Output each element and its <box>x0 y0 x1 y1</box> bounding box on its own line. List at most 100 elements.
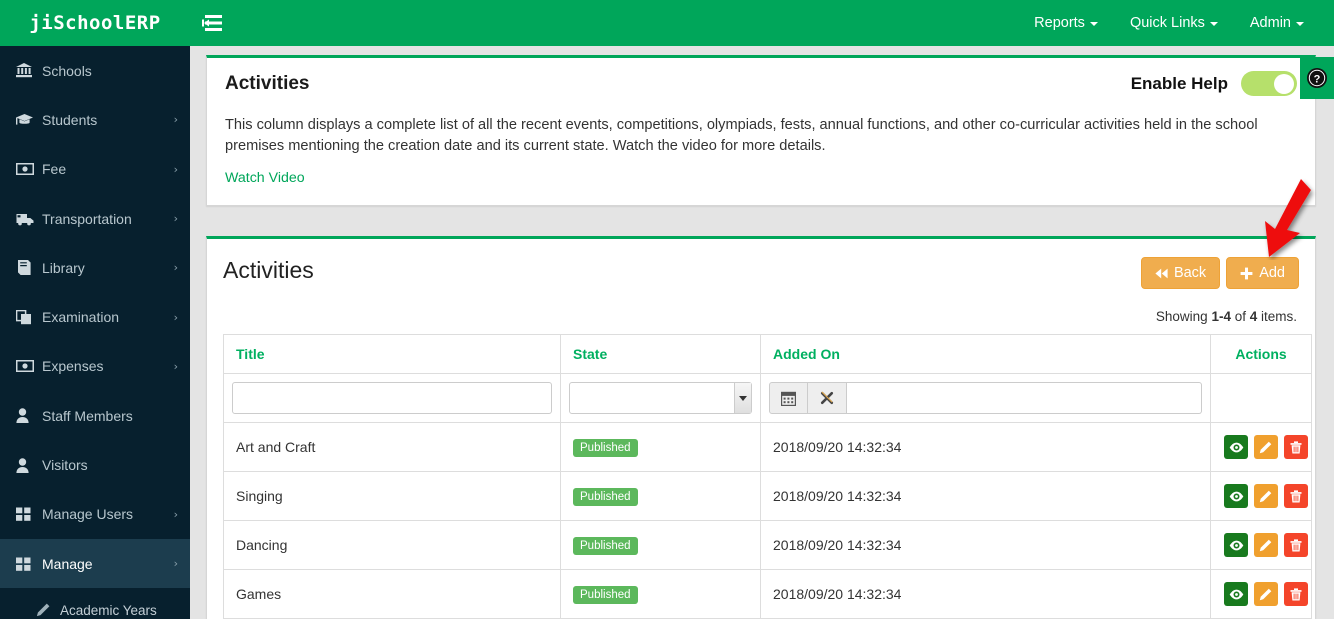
showing-middle: of <box>1230 309 1250 325</box>
sidebar-item-arrow: › <box>173 162 178 176</box>
cell-title: Games <box>223 569 561 619</box>
table-filter-row: Published Draft <box>223 373 1312 424</box>
view-button[interactable] <box>1224 435 1248 460</box>
back-button-label: Back <box>1173 265 1207 282</box>
chevron-down-icon <box>1209 22 1218 26</box>
sidebar-item-arrow: › <box>173 507 178 521</box>
column-header-actions: Actions <box>1210 334 1312 375</box>
nav-item-reports[interactable]: Reports <box>1018 0 1114 46</box>
edit-button[interactable] <box>1253 435 1278 460</box>
cell-title: Dancing <box>223 520 561 571</box>
sidebar-item-label: Manage <box>42 555 93 572</box>
sidebar-item-fee[interactable]: Fee › <box>0 145 190 194</box>
sidebar-item-expenses[interactable]: Expenses › <box>0 342 190 391</box>
hamburger-collapse-icon <box>202 15 222 31</box>
status-badge: Published <box>573 585 638 604</box>
user-icon <box>16 408 42 424</box>
back-button[interactable]: Back <box>1140 257 1221 290</box>
help-panel-header: Activities Enable Help <box>225 71 1297 96</box>
sidebar-item-examination[interactable]: Examination › <box>0 292 190 341</box>
sidebar-item-academic-years[interactable]: Academic Years <box>0 588 190 619</box>
activities-panel: Activities Back Add Showing 1-4 of 4 ite… <box>206 236 1316 619</box>
nav-item-quick-links[interactable]: Quick Links <box>1114 0 1234 46</box>
pencil-icon <box>1260 539 1272 552</box>
copy-icon <box>16 309 42 325</box>
add-button[interactable]: Add <box>1226 257 1299 290</box>
pencil-icon <box>36 603 60 617</box>
clear-date-button[interactable] <box>808 382 847 415</box>
user-icon <box>16 457 42 473</box>
pencil-icon <box>1260 441 1272 454</box>
add-button-label: Add <box>1259 265 1285 282</box>
enable-help-group: Enable Help <box>1131 71 1297 96</box>
sidebar-item-label: Fee <box>42 161 67 178</box>
activities-table: Title State Added On Actions Pu <box>223 334 1312 619</box>
view-button[interactable] <box>1224 582 1248 607</box>
cell-added-on: 2018/09/20 14:32:34 <box>760 422 1211 473</box>
sidebar-item-manage[interactable]: Manage › <box>0 538 190 589</box>
sidebar-item-arrow: › <box>173 359 178 373</box>
delete-button[interactable] <box>1283 533 1308 558</box>
delete-button[interactable] <box>1283 435 1308 460</box>
state-filter-select[interactable]: Published Draft <box>569 382 752 415</box>
sidebar-item-label: Library <box>42 259 85 276</box>
edit-button[interactable] <box>1253 484 1278 509</box>
column-header-added-on[interactable]: Added On <box>760 334 1211 375</box>
sidebar-item-schools[interactable]: Schools <box>0 46 190 95</box>
page-title: Activities <box>225 72 310 94</box>
column-header-title[interactable]: Title <box>223 334 561 375</box>
delete-button[interactable] <box>1283 582 1308 607</box>
sidebar-item-label: Students <box>42 111 98 128</box>
calendar-button[interactable] <box>769 382 808 415</box>
chevron-down-icon <box>1296 22 1304 26</box>
cell-actions <box>1210 422 1312 473</box>
top-navbar: jiSchoolERP Reports Quick Links Admin <box>0 0 1334 46</box>
view-button[interactable] <box>1224 484 1248 509</box>
sidebar-item-manage-users[interactable]: Manage Users › <box>0 490 190 539</box>
main-content: Activities Enable Help This column displ… <box>190 46 1334 619</box>
edit-button[interactable] <box>1253 533 1278 558</box>
sidebar-item-staff-members[interactable]: Staff Members <box>0 391 190 440</box>
help-panel: Activities Enable Help This column displ… <box>206 55 1316 207</box>
help-description: This column displays a complete list of … <box>225 117 1258 154</box>
date-range-input[interactable] <box>847 382 1202 415</box>
nav-item-admin[interactable]: Admin <box>1234 0 1320 46</box>
cell-added-on: 2018/09/20 14:32:34 <box>760 520 1211 571</box>
showing-suffix: items. <box>1257 309 1297 325</box>
sidebar-item-transportation[interactable]: Transportation › <box>0 194 190 243</box>
showing-summary: Showing 1-4 of 4 items. <box>223 309 1299 324</box>
cell-actions <box>1210 569 1312 619</box>
graduation-cap-icon <box>16 113 42 127</box>
showing-range: 1-4 <box>1211 309 1231 325</box>
help-tab-button[interactable]: ? <box>1300 57 1334 99</box>
sidebar-item-students[interactable]: Students › <box>0 95 190 144</box>
status-badge: Published <box>573 438 638 457</box>
title-filter-input[interactable] <box>232 382 552 415</box>
edit-button[interactable] <box>1253 582 1278 607</box>
sidebar-item-label: Examination <box>42 309 120 326</box>
watch-video-link[interactable]: Watch Video <box>225 170 305 186</box>
app-logo[interactable]: jiSchoolERP <box>0 0 190 46</box>
sidebar-item-library[interactable]: Library › <box>0 243 190 292</box>
bank-icon <box>16 63 42 78</box>
view-button[interactable] <box>1224 533 1248 558</box>
cell-state: Published <box>560 422 761 473</box>
pencil-icon <box>1260 588 1272 601</box>
showing-prefix: Showing <box>1155 309 1212 325</box>
sidebar-item-label: Manage Users <box>42 506 134 523</box>
sidebar-item-arrow: › <box>173 113 178 127</box>
sidebar-item-visitors[interactable]: Visitors <box>0 440 190 489</box>
eye-icon <box>1229 540 1243 551</box>
bus-icon <box>16 212 42 226</box>
column-header-state[interactable]: State <box>560 334 761 375</box>
delete-button[interactable] <box>1283 484 1308 509</box>
pencil-icon <box>1260 490 1272 503</box>
sidebar-toggle-button[interactable] <box>190 0 234 46</box>
enable-help-toggle[interactable] <box>1241 71 1297 96</box>
backward-double-arrow-icon <box>1155 268 1168 279</box>
filter-cell-state: Published Draft <box>560 373 761 424</box>
cell-actions <box>1210 520 1312 571</box>
state-filter-wrap: Published Draft <box>569 382 752 415</box>
plus-icon <box>1240 267 1253 280</box>
activities-panel-header: Activities Back Add <box>223 257 1299 290</box>
